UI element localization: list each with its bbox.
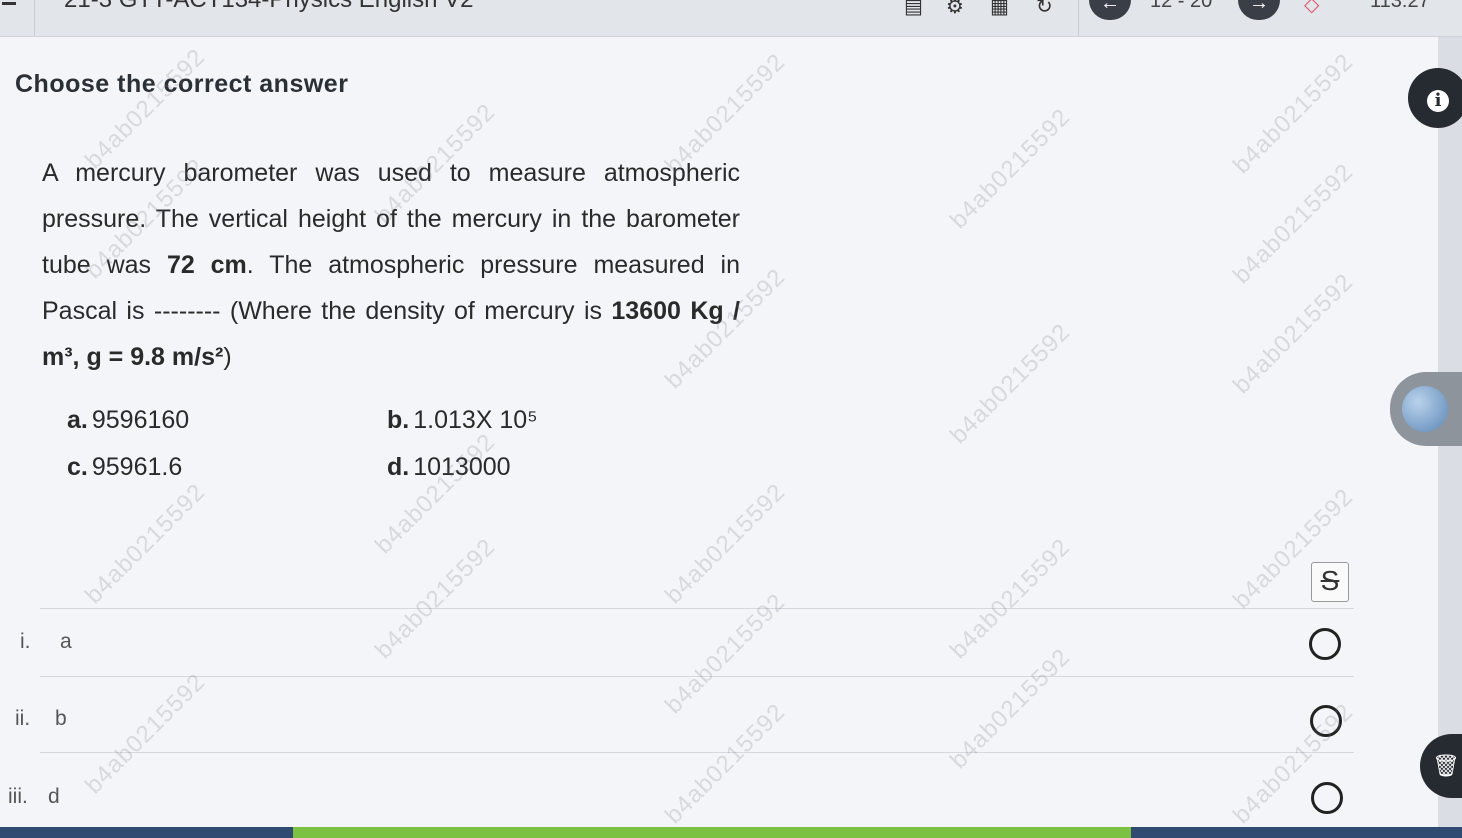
row-divider (40, 608, 1354, 609)
option-a: a. 9596160 (67, 406, 189, 435)
next-question-button[interactable]: → (1238, 0, 1280, 20)
floating-assistant-button[interactable] (1390, 372, 1462, 446)
answer-choice-i[interactable]: i. a (20, 630, 72, 654)
answer-numeral: iii. (8, 785, 28, 808)
answer-radio-iii[interactable] (1311, 782, 1343, 814)
option-label: c. (67, 453, 88, 481)
question-part-3: ) (223, 343, 232, 371)
timer: 113:27 (1370, 0, 1430, 12)
option-label: d. (387, 453, 410, 481)
option-b: b. 1.013X 10⁵ (387, 406, 538, 435)
info-icon: i (1427, 90, 1449, 112)
option-label: a. (67, 406, 88, 434)
refresh-icon[interactable]: ↻ (1036, 0, 1053, 19)
previous-question-button[interactable]: ← (1089, 0, 1131, 20)
question-text: A mercury barometer was used to measure … (42, 150, 740, 380)
option-value: 1.013X 10⁵ (413, 406, 538, 434)
option-value: 1013000 (413, 453, 511, 481)
assistant-orb-icon (1402, 386, 1448, 432)
answer-choice-ii[interactable]: ii. b (15, 707, 67, 731)
row-divider (40, 752, 1354, 753)
menu-button[interactable] (0, 0, 35, 36)
answer-radio-ii[interactable] (1310, 705, 1342, 737)
top-toolbar: 21-3 GTT-ACT134-Physics English V2 ▤ ⚙ ▦… (0, 0, 1462, 37)
option-value: 9596160 (91, 406, 190, 434)
option-d: d. 1013000 (387, 453, 511, 482)
gear-icon[interactable]: ⚙ (946, 0, 964, 19)
answer-numeral: ii. (15, 707, 31, 730)
question-height: 72 cm (166, 251, 247, 279)
option-c: c. 95961.6 (67, 453, 182, 482)
option-value: 95961.6 (91, 453, 183, 481)
answer-numeral: i. (20, 630, 31, 653)
progress-fill (293, 827, 1131, 838)
bookmark-icon[interactable]: ◇ (1304, 0, 1319, 17)
answer-letter: b (55, 707, 67, 730)
answer-letter: a (60, 630, 72, 653)
exam-title: 21-3 GTT-ACT134-Physics English V2 (64, 0, 474, 14)
row-divider (40, 676, 1354, 677)
question-pager: 12 - 20 (1150, 0, 1213, 12)
instruction-heading: Choose the correct answer (15, 70, 349, 98)
answer-radio-i[interactable] (1309, 628, 1341, 660)
answer-letter: d (48, 785, 60, 808)
option-label: b. (387, 406, 410, 434)
toolbar-divider (1078, 0, 1079, 36)
menu-icon (2, 2, 16, 5)
info-button[interactable]: i (1408, 68, 1462, 128)
document-icon[interactable]: ▤ (904, 0, 923, 19)
trash-icon: 🗑 (1432, 753, 1460, 778)
strikethrough-button[interactable]: S (1311, 562, 1349, 602)
progress-bar (0, 827, 1462, 838)
answer-choice-iii[interactable]: iii. d (8, 785, 60, 809)
calculator-icon[interactable]: ▦ (990, 0, 1009, 19)
